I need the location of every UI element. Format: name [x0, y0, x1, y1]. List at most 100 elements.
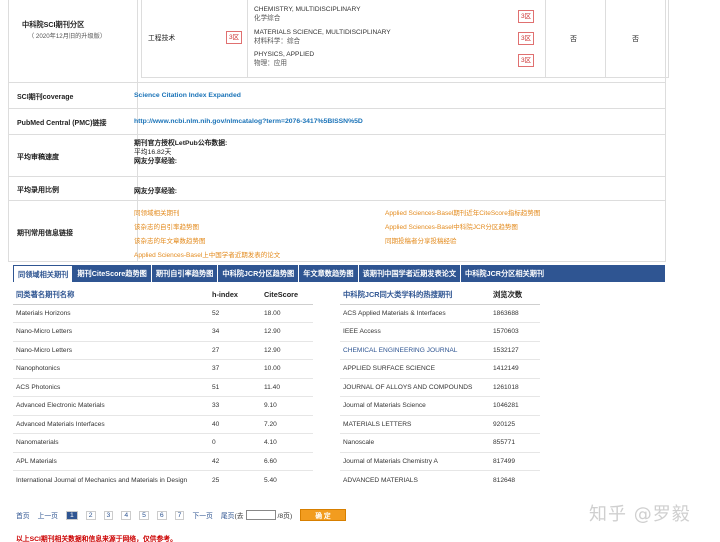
pager-page-4[interactable]: 4	[121, 510, 132, 520]
table-header-row: 中科院JCR同大类学科的热搜期刊 浏览次数	[340, 286, 540, 305]
link-same-field-journals[interactable]: 同领域相关期刊	[134, 207, 180, 217]
tab-chinese-authors-papers[interactable]: 该期刊中国学者近期发表论文	[359, 265, 462, 282]
pager-ok-button[interactable]: 确 定	[300, 509, 346, 521]
tab-citescore-trend[interactable]: 期刊CiteScore趋势图	[73, 265, 152, 282]
link-article-count-trend[interactable]: 该杂志的年文章数趋势图	[134, 235, 206, 245]
cell-citescore: 18.00	[261, 303, 313, 323]
cell-journal-name[interactable]: Advanced Electronic Materials	[13, 396, 209, 415]
cell-citescore: 11.40	[261, 377, 313, 397]
cell-journal-name[interactable]: Nano-Micro Letters	[13, 340, 209, 360]
cell-journal-name[interactable]: APL Materials	[13, 451, 209, 471]
link-submission-experience[interactable]: 同期投稿者分享投稿经验	[385, 235, 457, 245]
pager-goto-suffix: /8页)	[277, 513, 293, 520]
table-row: Nano-Micro Letters 27 12.90	[13, 340, 313, 360]
cell-journal-name[interactable]: International Journal of Mechanics and M…	[13, 470, 209, 489]
cell-journal-name[interactable]: JOURNAL OF ALLOYS AND COMPOUNDS	[340, 377, 490, 397]
table-row: Materials Horizons 52 18.00	[13, 303, 313, 323]
cell-journal-name[interactable]: ADVANCED MATERIALS	[340, 470, 490, 489]
subject-1-zone-badge: 3区	[518, 10, 535, 23]
pager-page-5[interactable]: 5	[139, 510, 149, 520]
cell-journal-name[interactable]: ACS Applied Materials & Interfaces	[340, 303, 490, 323]
pmc-label: PubMed Central (PMC)链接	[17, 120, 107, 127]
cell-views: 1863688	[490, 303, 540, 323]
cell-journal-name[interactable]: ACS Photonics	[13, 377, 209, 397]
cell-views: 920125	[490, 414, 540, 434]
cell-journal-name[interactable]: CHEMICAL ENGINEERING JOURNAL	[340, 340, 490, 360]
cell-journal-name[interactable]: Journal of Materials Science	[340, 396, 490, 415]
cell-journal-name[interactable]: Nano-Micro Letters	[13, 322, 209, 341]
pagination: 首页 上一页 1 2 3 4 5 6 7 下一页 尾页 (去 /8页) 确 定	[16, 509, 354, 521]
cell-h-index: 40	[209, 414, 261, 434]
tab-jcr-related-journals[interactable]: 中科院JCR分区相关期刊	[461, 265, 548, 282]
subject-1-cn: 化学综合	[254, 15, 281, 22]
pmc-link[interactable]: http://www.ncbi.nlm.nih.gov/nlmcatalog?t…	[134, 118, 363, 125]
pager-page-1[interactable]: 1	[65, 510, 78, 520]
pager-page-7[interactable]: 7	[174, 510, 185, 520]
tab-jcr-partition-trend[interactable]: 中科院JCR分区趋势图	[218, 265, 300, 282]
top-journal-cell: 否	[546, 0, 606, 78]
coverage-row: SCI期刊coverage Science Citation Index Exp…	[8, 82, 666, 108]
cell-h-index: 33	[209, 396, 261, 415]
cell-h-index: 51	[209, 377, 261, 397]
tab-same-field-journals[interactable]: 同领域相关期刊	[13, 265, 74, 282]
tab-self-citation-trend[interactable]: 期刊自引率趋势图	[152, 265, 219, 282]
table-row: Advanced Electronic Materials 33 9.10	[13, 396, 313, 415]
table-row: ACS Applied Materials & Interfaces 186368…	[340, 303, 540, 323]
link-self-citation-trend[interactable]: 该杂志的自引率趋势图	[134, 221, 199, 231]
cell-h-index: 52	[209, 303, 261, 323]
table-row: ACS Photonics 51 11.40	[13, 377, 313, 397]
tab-article-count-trend[interactable]: 年文章数趋势图	[299, 265, 359, 282]
pager-page-3[interactable]: 3	[103, 510, 114, 520]
cell-citescore: 10.00	[261, 359, 313, 378]
cell-journal-name[interactable]: Nanoscale	[340, 433, 490, 452]
pmc-row: PubMed Central (PMC)链接 http://www.ncbi.n…	[8, 108, 666, 134]
table-header-row: 同类著名期刊名称 h-index CiteScore	[13, 286, 313, 305]
review-speed-user-experience: 网友分享经验:	[134, 158, 178, 165]
cell-journal-name[interactable]: Materials Horizons	[13, 303, 209, 323]
pager-last[interactable]: 尾页	[221, 510, 235, 520]
column-divider	[137, 0, 138, 82]
cell-journal-name[interactable]: APPLIED SURFACE SCIENCE	[340, 359, 490, 378]
cell-journal-name[interactable]: Advanced Materials Interfaces	[13, 414, 209, 434]
cell-views: 1261018	[490, 377, 540, 397]
zhihu-watermark: 知乎 @罗毅	[589, 504, 691, 525]
cell-journal-name[interactable]: Nanomaterials	[13, 433, 209, 452]
subject-3: PHYSICS, APPLIED 物理：应用	[254, 50, 314, 68]
cell-h-index: 37	[209, 359, 261, 378]
category-zone-badge: 3区	[226, 31, 243, 44]
accept-ratio-value: 网友分享经验:	[134, 188, 178, 195]
cell-h-index: 27	[209, 340, 261, 360]
table-row: CHEMICAL ENGINEERING JOURNAL 1532127	[340, 340, 540, 360]
cell-journal-name[interactable]: MATERIALS LETTERS	[340, 414, 490, 434]
subject-2: MATERIALS SCIENCE, MULTIDISCIPLINARY 材料科…	[254, 28, 391, 46]
table-row: JOURNAL OF ALLOYS AND COMPOUNDS 1261018	[340, 377, 540, 397]
review-speed-label: 平均审稿速度	[17, 154, 59, 161]
pager-goto-input[interactable]	[245, 510, 276, 520]
accept-ratio-row: 平均录用比例 网友分享经验:	[8, 176, 666, 200]
pager-prev[interactable]: 上一页	[38, 510, 58, 520]
table-row: Nanomaterials 0 4.10	[13, 433, 313, 452]
table-row: Nano-Micro Letters 34 12.90	[13, 322, 313, 341]
cell-journal-name[interactable]: Journal of Materials Chemistry A	[340, 451, 490, 471]
cell-citescore: 12.90	[261, 322, 313, 341]
pager-page-6[interactable]: 6	[156, 510, 167, 520]
link-chinese-authors-papers[interactable]: Applied Sciences-Basel上中国学者近期发表的论文	[134, 249, 280, 259]
cell-citescore: 12.90	[261, 340, 313, 360]
pager-first[interactable]: 首页	[16, 510, 30, 520]
cell-citescore: 7.20	[261, 414, 313, 434]
table-row: International Journal of Mechanics and M…	[13, 470, 313, 489]
subject-1-en: CHEMISTRY, MULTIDISCIPLINARY	[254, 6, 361, 13]
pager-page-2[interactable]: 2	[85, 510, 96, 520]
subject-2-en: MATERIALS SCIENCE, MULTIDISCIPLINARY	[254, 29, 391, 36]
top-journal-value: 否	[570, 36, 577, 43]
subject-3-cn: 物理：应用	[254, 60, 287, 67]
cell-citescore: 4.10	[261, 433, 313, 452]
pager-next[interactable]: 下一页	[192, 510, 212, 520]
link-citescore-trend[interactable]: Applied Sciences-Basel期刊近年CiteScore指标趋势图	[385, 207, 540, 217]
link-jcr-partition-trend[interactable]: Applied Sciences-Basel中科院JCR分区趋势图	[385, 221, 518, 231]
cell-journal-name[interactable]: IEEE Access	[340, 322, 490, 341]
column-header-journal: 同类著名期刊名称	[13, 286, 209, 305]
table-row: APPLIED SURFACE SCIENCE 1412149	[340, 359, 540, 378]
cell-views: 1046281	[490, 396, 540, 415]
cell-journal-name[interactable]: Nanophotonics	[13, 359, 209, 378]
